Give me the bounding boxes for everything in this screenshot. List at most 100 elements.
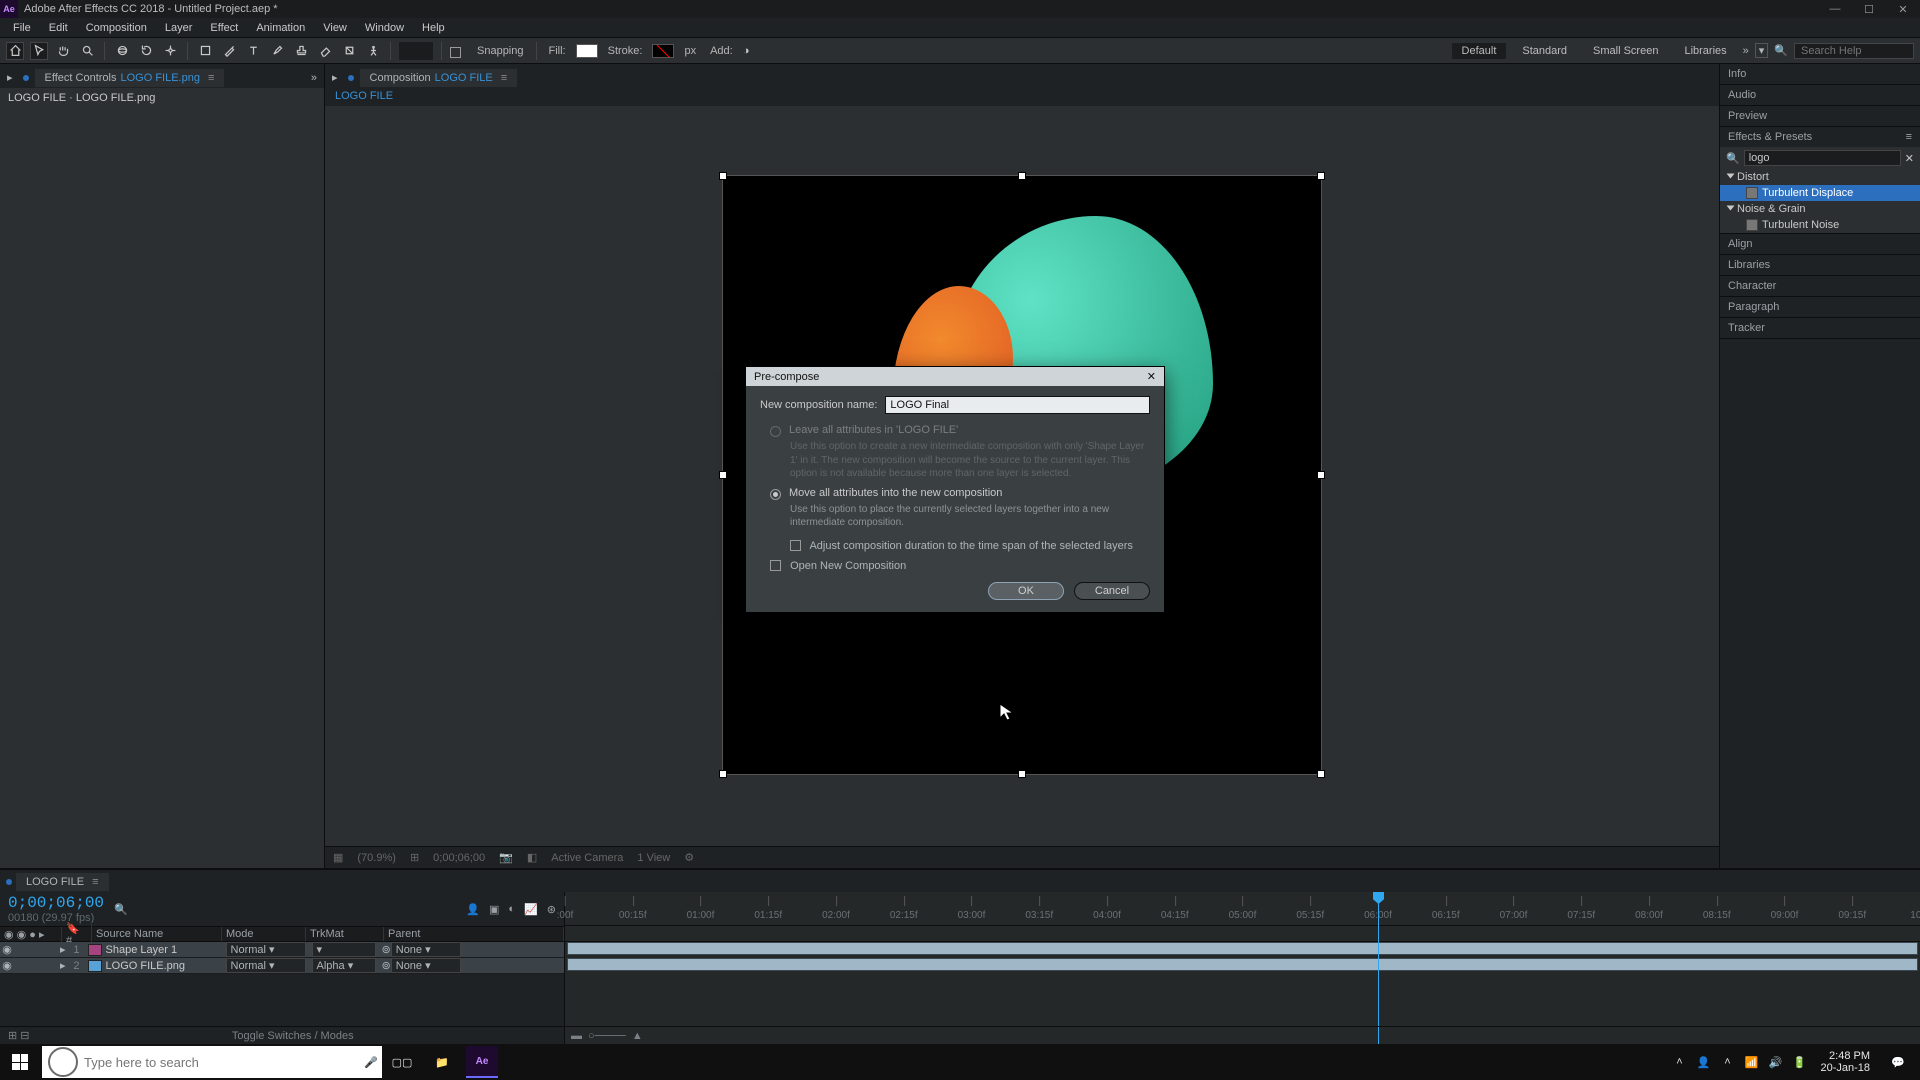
timecode-search-icon[interactable]: 🔍 bbox=[114, 903, 128, 916]
open-new-comp-checkbox[interactable] bbox=[770, 560, 781, 571]
transform-handle[interactable] bbox=[1018, 770, 1026, 778]
composition-tab[interactable]: Composition LOGO FILE ≡ bbox=[360, 69, 518, 87]
project-collapse-icon[interactable]: ▸ bbox=[3, 71, 17, 84]
cancel-button[interactable]: Cancel bbox=[1074, 582, 1150, 600]
workspace-menu-icon[interactable]: ▾ bbox=[1755, 43, 1769, 58]
effects-group[interactable]: Noise & Grain bbox=[1720, 201, 1920, 217]
network-icon[interactable]: 📶 bbox=[1740, 1056, 1762, 1069]
effects-group[interactable]: Distort bbox=[1720, 169, 1920, 185]
channel-icon[interactable]: ◧ bbox=[527, 851, 537, 864]
transform-handle[interactable] bbox=[1018, 172, 1026, 180]
view-count[interactable]: 1 View bbox=[637, 852, 670, 864]
transform-handle[interactable] bbox=[719, 172, 727, 180]
transform-handle[interactable] bbox=[719, 770, 727, 778]
orbit-tool-icon[interactable] bbox=[113, 42, 131, 60]
task-view-icon[interactable]: ▢▢ bbox=[382, 1044, 422, 1080]
zoom-tool-icon[interactable] bbox=[78, 42, 96, 60]
panel-overflow-icon[interactable]: » bbox=[307, 72, 321, 84]
panel-tracker[interactable]: Tracker bbox=[1720, 318, 1920, 338]
fill-swatch[interactable] bbox=[576, 44, 598, 58]
layer-bar-2[interactable] bbox=[567, 958, 1918, 971]
panel-audio[interactable]: Audio bbox=[1720, 85, 1920, 105]
after-effects-taskbar-icon[interactable]: Ae bbox=[466, 1046, 498, 1078]
current-time-indicator[interactable] bbox=[1378, 892, 1379, 1044]
menu-animation[interactable]: Animation bbox=[247, 22, 314, 34]
viewer-grid-icon[interactable]: ▦ bbox=[333, 851, 343, 864]
layer-name[interactable]: LOGO FILE.png bbox=[106, 960, 226, 972]
workspace-libraries[interactable]: Libraries bbox=[1674, 43, 1736, 59]
blend-mode-select[interactable]: Normal ▾ bbox=[226, 942, 306, 957]
pickwhip-icon[interactable]: ⊚ bbox=[382, 943, 391, 956]
pen-tool-icon[interactable] bbox=[220, 42, 238, 60]
axis-mode-icon[interactable] bbox=[399, 42, 433, 60]
menu-effect[interactable]: Effect bbox=[201, 22, 247, 34]
cortana-icon[interactable] bbox=[48, 1047, 78, 1077]
active-camera[interactable]: Active Camera bbox=[551, 852, 623, 864]
snapping-checkbox[interactable] bbox=[450, 47, 461, 58]
anchor-tool-icon[interactable] bbox=[161, 42, 179, 60]
frame-blend-icon[interactable]: ▣ bbox=[489, 903, 499, 916]
time-ruler[interactable]: :00f00:15f01:00f01:15f02:00f02:15f03:00f… bbox=[565, 892, 1920, 926]
blend-mode-select[interactable]: Normal ▾ bbox=[226, 958, 306, 973]
panel-paragraph[interactable]: Paragraph bbox=[1720, 297, 1920, 317]
eraser-tool-icon[interactable] bbox=[316, 42, 334, 60]
snapshot-icon[interactable]: 📷 bbox=[499, 851, 513, 864]
maximize-button[interactable]: ☐ bbox=[1852, 0, 1886, 18]
transform-handle[interactable] bbox=[1317, 770, 1325, 778]
help-search-input[interactable] bbox=[1794, 43, 1914, 59]
shy-icon[interactable]: 👤 bbox=[466, 903, 480, 916]
menu-help[interactable]: Help bbox=[413, 22, 454, 34]
comp-tab-menu-icon[interactable]: ≡ bbox=[501, 72, 507, 84]
layer-row[interactable]: ◉▸2LOGO FILE.pngNormal ▾Alpha ▾⊚None ▾ bbox=[0, 958, 564, 974]
trkmat-select[interactable]: ▾ bbox=[312, 942, 376, 957]
dialog-close-icon[interactable]: ✕ bbox=[1147, 370, 1156, 383]
transfer-controls-icon[interactable]: ⊞ ⊟ bbox=[8, 1029, 30, 1042]
dialog-titlebar[interactable]: Pre-compose ✕ bbox=[746, 367, 1164, 386]
mic-icon[interactable]: 🎤 bbox=[360, 1056, 382, 1069]
rotate-tool-icon[interactable] bbox=[137, 42, 155, 60]
trkmat-select[interactable]: Alpha ▾ bbox=[312, 958, 376, 973]
stroke-swatch[interactable] bbox=[652, 44, 674, 58]
parent-select[interactable]: None ▾ bbox=[391, 958, 461, 973]
add-button-icon[interactable]: ◑ bbox=[743, 45, 750, 57]
transform-handle[interactable] bbox=[1317, 172, 1325, 180]
layer-name[interactable]: Shape Layer 1 bbox=[106, 944, 226, 956]
effects-item[interactable]: Turbulent Noise bbox=[1720, 217, 1920, 233]
viewer-collapse-icon[interactable]: ▸ bbox=[328, 71, 342, 84]
pickwhip-icon[interactable]: ⊚ bbox=[382, 959, 391, 972]
puppet-tool-icon[interactable] bbox=[364, 42, 382, 60]
text-tool-icon[interactable] bbox=[244, 42, 262, 60]
layer-bar-1[interactable] bbox=[567, 942, 1918, 955]
option-move-radio[interactable] bbox=[770, 489, 781, 500]
transform-handle[interactable] bbox=[719, 471, 727, 479]
tray-overflow-icon[interactable]: ˄ bbox=[1668, 1056, 1690, 1068]
minimize-button[interactable]: — bbox=[1818, 0, 1852, 18]
panel-effects-presets[interactable]: Effects & Presets ≡ bbox=[1720, 127, 1920, 147]
transform-handle[interactable] bbox=[1317, 471, 1325, 479]
panel-info[interactable]: Info bbox=[1720, 64, 1920, 84]
layer-row[interactable]: ◉▸1Shape Layer 1Normal ▾ ▾⊚None ▾ bbox=[0, 942, 564, 958]
effects-panel-menu-icon[interactable]: ≡ bbox=[1906, 131, 1912, 143]
adjust-duration-checkbox[interactable] bbox=[790, 540, 801, 551]
volume-icon[interactable]: 🔊 bbox=[1764, 1056, 1786, 1069]
visibility-toggle-icon[interactable]: ◉ bbox=[0, 943, 14, 956]
taskbar-clock[interactable]: 2:48 PM 20-Jan-18 bbox=[1812, 1050, 1878, 1074]
close-button[interactable]: ✕ bbox=[1886, 0, 1920, 18]
toggle-switches-button[interactable]: Toggle Switches / Modes bbox=[30, 1030, 557, 1042]
action-center-icon[interactable]: 💬 bbox=[1880, 1056, 1916, 1069]
menu-layer[interactable]: Layer bbox=[156, 22, 202, 34]
workspace-overflow-icon[interactable]: » bbox=[1743, 45, 1749, 57]
menu-view[interactable]: View bbox=[314, 22, 356, 34]
brainstorm-icon[interactable]: ⊛ bbox=[547, 903, 556, 916]
menu-composition[interactable]: Composition bbox=[77, 22, 156, 34]
timeline-tab[interactable]: LOGO FILE ≡ bbox=[16, 873, 109, 891]
menu-edit[interactable]: Edit bbox=[40, 22, 77, 34]
zoom-value[interactable]: (70.9%) bbox=[357, 852, 396, 864]
home-tool-icon[interactable] bbox=[6, 42, 24, 60]
battery-icon[interactable]: 🔋 bbox=[1788, 1056, 1810, 1069]
zoom-in-icon[interactable]: ▲ bbox=[632, 1030, 643, 1042]
workspace-small-screen[interactable]: Small Screen bbox=[1583, 43, 1668, 59]
effect-controls-tab[interactable]: Effect Controls LOGO FILE.png ≡ bbox=[35, 69, 225, 87]
viewer-time[interactable]: 0;00;06;00 bbox=[433, 852, 485, 864]
current-timecode[interactable]: 0;00;06;00 bbox=[8, 894, 104, 912]
